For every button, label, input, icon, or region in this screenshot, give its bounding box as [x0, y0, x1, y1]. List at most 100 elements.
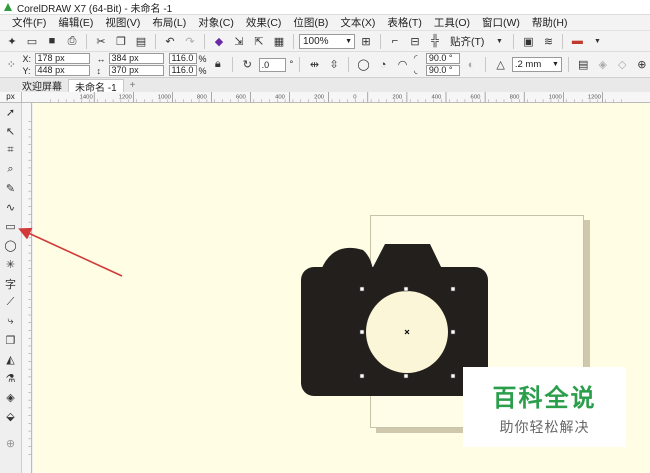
- y-position-input[interactable]: 448 px: [34, 65, 90, 76]
- pick-tool-icon[interactable]: ➚: [2, 103, 20, 122]
- copy-icon[interactable]: ❐: [112, 32, 130, 50]
- import-icon[interactable]: ⇲: [230, 32, 248, 50]
- menu-layout[interactable]: 布局(L): [146, 15, 192, 30]
- zoom-tool-icon[interactable]: ⌕: [2, 160, 20, 179]
- zoom-level-value: 100%: [303, 35, 329, 47]
- change-direction-icon[interactable]: ◐: [463, 56, 480, 74]
- menu-text[interactable]: 文本(X): [334, 15, 381, 30]
- menu-view[interactable]: 视图(V): [99, 15, 146, 30]
- text-tool-icon[interactable]: 字: [2, 274, 20, 293]
- smart-fill-icon[interactable]: ⬙: [2, 407, 20, 426]
- rotation-angle-input[interactable]: .0: [258, 57, 287, 72]
- show-grid-icon[interactable]: ⊟: [406, 32, 424, 50]
- mirror-vertical-icon[interactable]: ⇳: [326, 56, 343, 74]
- color-eyedropper-icon[interactable]: ⚗: [2, 369, 20, 388]
- width-input[interactable]: 384 px: [108, 53, 164, 64]
- shape-tool-icon[interactable]: ◇: [614, 56, 631, 74]
- ruler-origin[interactable]: px: [0, 92, 22, 103]
- size-fields: ↔ 384 px ↕ 370 px: [97, 53, 164, 76]
- application-launcher-icon[interactable]: ≋: [539, 32, 557, 50]
- y-label: Y:: [22, 65, 31, 76]
- y-position-row: Y: 448 px: [23, 65, 90, 76]
- ruler-label: 1400: [80, 94, 94, 100]
- outline-width-select[interactable]: .2 mm ▼: [511, 57, 562, 72]
- save-icon[interactable]: ■: [43, 32, 61, 50]
- tab-document[interactable]: 未命名 -1: [68, 79, 124, 94]
- welcome-screen-icon[interactable]: ▬: [568, 32, 586, 50]
- menu-file[interactable]: 文件(F): [6, 15, 52, 30]
- transparency-tool-icon[interactable]: ◭: [2, 350, 20, 369]
- outline-pen-icon[interactable]: △: [492, 56, 509, 74]
- toolbox: ➚ ↖ ⌗ ⌕ ✎ ∿ ▭ ◯ ✳ 字 ⟋ ⤷ ❐ ◭ ⚗ ◈ ⬙ ⊕: [0, 103, 22, 473]
- scale-width-input[interactable]: 116.0: [168, 53, 197, 64]
- menu-bitmaps[interactable]: 位图(B): [287, 15, 334, 30]
- publish-pdf-icon[interactable]: ▦: [270, 32, 288, 50]
- scale-height-input[interactable]: 116.0: [168, 65, 197, 76]
- menu-table[interactable]: 表格(T): [381, 15, 427, 30]
- camera-flash-bump[interactable]: [321, 247, 373, 270]
- width-icon: ↔: [96, 53, 106, 64]
- show-rulers-icon[interactable]: ⌐: [386, 32, 404, 50]
- convert-to-curves-icon[interactable]: ◈: [594, 56, 611, 74]
- tab-welcome-screen[interactable]: 欢迎屏幕: [0, 79, 68, 93]
- menu-effects[interactable]: 效果(C): [240, 15, 288, 30]
- cut-icon[interactable]: ✂: [92, 32, 110, 50]
- print-icon[interactable]: ⎙: [63, 32, 81, 50]
- crop-tool-icon[interactable]: ⌗: [2, 141, 20, 160]
- x-position-input[interactable]: 178 px: [34, 53, 90, 64]
- parallel-dimension-icon[interactable]: ⟋: [2, 293, 20, 312]
- interactive-fill-icon[interactable]: ◈: [2, 388, 20, 407]
- mirror-horizontal-icon[interactable]: ⇹: [306, 56, 323, 74]
- snap-to-button[interactable]: 贴齐(T): [446, 34, 488, 49]
- undo-icon[interactable]: ↶: [161, 32, 179, 50]
- menu-help[interactable]: 帮助(H): [526, 15, 574, 30]
- scale-w-row: 116.0 %: [168, 53, 207, 64]
- add-tab-button[interactable]: +: [124, 79, 142, 92]
- connector-tool-icon[interactable]: ⤷: [2, 312, 20, 331]
- options-icon[interactable]: ▣: [519, 32, 537, 50]
- menu-tools[interactable]: 工具(O): [428, 15, 476, 30]
- height-input[interactable]: 370 px: [108, 65, 164, 76]
- add-preset-icon[interactable]: ⊕: [634, 56, 650, 74]
- angle-fields: ◜ 90.0 ° ◟ 90.0 °: [414, 53, 460, 76]
- chevron-down-icon[interactable]: ▼: [490, 32, 508, 50]
- lock-ratio-icon[interactable]: 🔒︎: [210, 56, 227, 74]
- arc-mode-icon[interactable]: ◠: [394, 56, 411, 74]
- wrap-text-icon[interactable]: ▤: [575, 56, 592, 74]
- menu-object[interactable]: 对象(C): [192, 15, 240, 30]
- object-origin-icon[interactable]: ⁘: [3, 56, 20, 74]
- camera-top-housing[interactable]: [371, 244, 443, 271]
- zoom-level-select[interactable]: 100% ▼: [299, 33, 355, 49]
- open-folder-icon[interactable]: ▭: [23, 32, 41, 50]
- export-icon[interactable]: ⇱: [250, 32, 268, 50]
- pie-mode-icon[interactable]: ◔: [375, 56, 392, 74]
- menu-edit[interactable]: 编辑(E): [52, 15, 99, 30]
- artistic-media-icon[interactable]: ∿: [2, 198, 20, 217]
- watermark-title: 百科全说: [492, 383, 597, 412]
- ellipse-mode-icon[interactable]: ◯: [355, 56, 372, 74]
- menu-window[interactable]: 窗口(W): [476, 15, 526, 30]
- horizontal-ruler[interactable]: 1400 1200 1000 800 600 400 200 0 200 400 600 800 100…: [22, 92, 650, 103]
- freehand-tool-icon[interactable]: ✎: [2, 179, 20, 198]
- redo-icon[interactable]: ↷: [181, 32, 199, 50]
- toolbar-divider: [299, 57, 301, 72]
- search-content-icon[interactable]: ◆: [210, 32, 228, 50]
- show-guidelines-icon[interactable]: ╬: [426, 32, 444, 50]
- full-screen-preview-icon[interactable]: ⊞: [357, 32, 375, 50]
- chevron-down-icon[interactable]: ▼: [588, 32, 606, 50]
- rotate-icon[interactable]: ↻: [239, 56, 256, 74]
- vertical-ruler[interactable]: [22, 103, 32, 473]
- new-document-icon[interactable]: ✦: [3, 32, 21, 50]
- rectangle-tool-icon[interactable]: ▭: [2, 217, 20, 236]
- x-label: X:: [22, 53, 32, 64]
- ellipse-tool-icon[interactable]: ◯: [2, 236, 20, 255]
- start-angle-row: ◜ 90.0 °: [414, 53, 460, 64]
- drawing-canvas[interactable]: 百科全说 助你轻松解决: [33, 103, 650, 473]
- start-angle-input[interactable]: 90.0 °: [425, 53, 460, 64]
- shape-tool-icon[interactable]: ↖: [2, 122, 20, 141]
- add-tool-icon[interactable]: ⊕: [2, 434, 20, 453]
- drop-shadow-icon[interactable]: ❐: [2, 331, 20, 350]
- paste-icon[interactable]: ▤: [132, 32, 150, 50]
- polygon-tool-icon[interactable]: ✳: [2, 255, 20, 274]
- end-angle-input[interactable]: 90.0 °: [425, 65, 460, 76]
